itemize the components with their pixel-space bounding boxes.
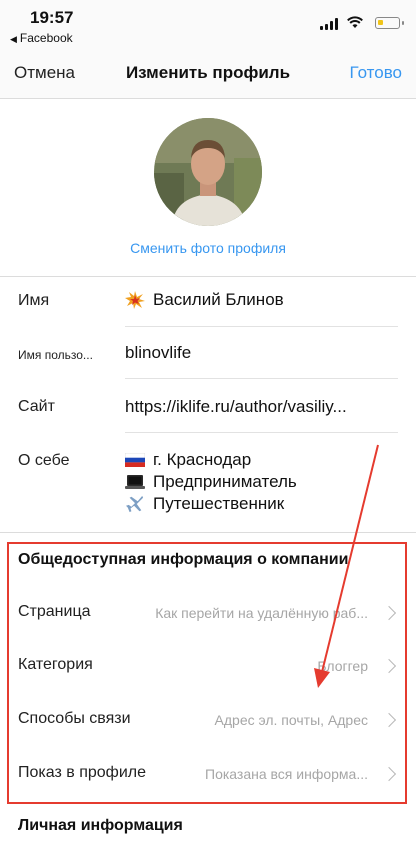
wifi-icon	[347, 16, 363, 28]
website-field[interactable]: https://iklife.ru/author/vasiliy...	[125, 397, 347, 417]
field-underline	[125, 378, 398, 379]
battery-icon	[375, 17, 404, 29]
highlight-box	[7, 542, 407, 804]
bio-line: Предприниматель	[125, 472, 297, 492]
laptop-icon	[125, 475, 145, 489]
divider	[0, 532, 416, 533]
signal-icon	[320, 18, 340, 30]
status-bar: 19:57 ◀ Facebook	[0, 0, 416, 48]
done-button[interactable]: Готово	[350, 63, 403, 83]
profile-avatar[interactable]	[154, 118, 262, 226]
bio-line: г. Краснодар	[125, 450, 251, 470]
name-field[interactable]: Василий Блинов	[125, 290, 284, 310]
personal-info-heading: Личная информация	[18, 817, 183, 834]
divider	[0, 276, 416, 277]
bio-line-text: г. Краснодар	[153, 450, 252, 469]
airplane-icon	[126, 495, 144, 513]
field-underline	[125, 432, 398, 433]
bio-label: О себе	[18, 452, 70, 469]
name-label: Имя	[18, 292, 50, 309]
russia-flag-icon	[125, 453, 145, 467]
back-to-app-link[interactable]: ◀ Facebook	[10, 31, 73, 45]
field-underline	[125, 326, 398, 327]
back-triangle-icon: ◀	[10, 34, 17, 44]
bio-line: Путешественник	[125, 494, 284, 514]
back-app-label: Facebook	[19, 31, 73, 45]
username-field[interactable]: blinovlife	[125, 343, 191, 363]
status-time: 19:57	[30, 8, 74, 27]
bio-line-text: Предприниматель	[153, 472, 297, 491]
name-value: Василий Блинов	[153, 290, 284, 309]
nav-bar: Отмена Изменить профиль Готово	[0, 48, 416, 99]
change-photo-link[interactable]: Сменить фото профиля	[0, 240, 416, 256]
website-label: Сайт	[18, 398, 55, 415]
bio-line-text: Путешественник	[153, 494, 285, 513]
username-label: Имя пользо...	[18, 348, 93, 362]
explosion-emoji-icon	[125, 291, 145, 309]
